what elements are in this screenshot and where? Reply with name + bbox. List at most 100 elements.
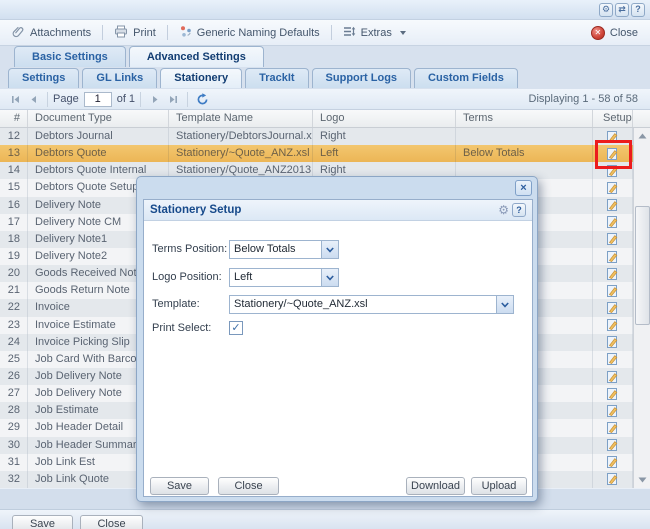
scrollbar-thumb[interactable] [635,206,650,325]
setup-edit-icon[interactable] [593,265,633,282]
column-header-logo[interactable]: Logo [313,110,456,127]
refresh-icon[interactable]: ⇄ [615,3,629,17]
tab-stationery[interactable]: Stationery [160,68,242,88]
row-number-cell: 21 [0,282,28,299]
table-row[interactable]: 12Debtors JournalStationery/DebtorsJourn… [0,128,633,145]
setup-edit-icon[interactable] [593,231,633,248]
dialog-help-icon[interactable]: ? [512,203,526,217]
dialog-download-button[interactable]: Download [406,477,465,495]
setup-edit-icon[interactable] [593,368,633,385]
row-number-cell: 16 [0,197,28,214]
terms-position-select[interactable]: Below Totals [229,240,339,259]
setup-edit-icon[interactable] [593,454,633,471]
column-header-terms[interactable]: Terms [456,110,593,127]
document-type-cell: Debtors Journal [28,128,169,145]
paging-toolbar: Page of 1 Displaying 1 - 58 of 58 [0,89,650,110]
extras-label: Extras [361,27,392,39]
terms-position-field: Terms Position: Below Totals [144,240,532,260]
first-page-button[interactable] [6,91,24,108]
close-button-footer[interactable]: Close [80,515,143,529]
dialog-title: Stationery Setup [150,204,241,216]
tab-advanced-settings[interactable]: Advanced Settings [129,46,264,67]
table-row[interactable]: 13Debtors QuoteStationery/~Quote_ANZ.xsl… [0,145,633,162]
setup-edit-icon[interactable] [593,334,633,351]
dialog-panel: Stationery Setup ⚙ ? Terms Position: Bel… [143,199,533,497]
toolbar-separator [331,25,332,40]
close-button[interactable]: ✕ Close [587,23,642,43]
terms-cell: Below Totals [456,145,593,162]
dialog-close-button[interactable]: Close [218,477,279,495]
tab-support-logs[interactable]: Support Logs [312,68,412,88]
close-label: Close [610,27,638,39]
header-filler [633,110,650,127]
column-header-document-type[interactable]: Document Type [28,110,169,127]
stationery-setup-dialog: × Stationery Setup ⚙ ? Terms Position: B… [136,176,538,502]
application-window: ⚙ ⇄ ? Attachments Print Generic Naming D… [0,0,650,529]
page-number-input[interactable] [84,92,112,107]
close-x-icon: ✕ [591,26,605,40]
setup-edit-icon[interactable] [593,351,633,368]
refresh-grid-icon[interactable] [193,91,211,108]
template-select[interactable]: Stationery/~Quote_ANZ.xsl [229,295,514,314]
logo-position-select[interactable]: Left [229,268,339,287]
row-number-cell: 22 [0,299,28,316]
save-button[interactable]: Save [12,515,73,529]
setup-edit-icon[interactable] [593,402,633,419]
dialog-save-button[interactable]: Save [150,477,209,495]
chevron-down-icon[interactable] [321,269,338,286]
row-number-cell: 30 [0,437,28,454]
setup-edit-icon[interactable] [593,248,633,265]
generic-naming-defaults-button[interactable]: Generic Naming Defaults [175,23,324,43]
document-type-cell: Debtors Quote [28,145,169,162]
setup-edit-icon[interactable] [593,282,633,299]
title-bar: ⚙ ⇄ ? [0,0,650,20]
setup-edit-icon[interactable] [593,419,633,436]
template-name-cell: Stationery/DebtorsJournal.xsl [169,128,313,145]
setup-edit-icon[interactable] [593,317,633,334]
setup-edit-icon[interactable] [593,437,633,454]
attachments-button[interactable]: Attachments [8,23,95,43]
last-page-button[interactable] [164,91,182,108]
tab-trackit[interactable]: TrackIt [245,68,308,88]
tab-basic-settings[interactable]: Basic Settings [14,46,126,67]
dialog-gear-icon[interactable]: ⚙ [498,204,509,216]
setup-edit-icon[interactable] [593,299,633,316]
dialog-close-icon[interactable]: × [515,180,532,196]
column-header-setup[interactable]: Setup [593,110,633,127]
scroll-up-icon[interactable] [635,128,650,144]
prev-page-button[interactable] [24,91,42,108]
footer-bar: Save Close [0,509,650,529]
setup-edit-icon[interactable] [593,197,633,214]
setup-edit-icon[interactable] [593,471,633,488]
tab-gl-links[interactable]: GL Links [82,68,157,88]
row-number-cell: 25 [0,351,28,368]
print-select-checkbox[interactable]: ✓ [229,321,243,335]
extras-menu-button[interactable]: Extras [339,23,410,43]
setup-edit-icon[interactable] [593,214,633,231]
terms-cell [456,128,593,145]
next-page-button[interactable] [146,91,164,108]
tab-custom-fields[interactable]: Custom Fields [414,68,518,88]
scroll-down-icon[interactable] [635,472,650,488]
chevron-down-icon[interactable] [321,241,338,258]
pager-separator [187,92,188,107]
print-button[interactable]: Print [110,23,160,43]
gear-icon[interactable]: ⚙ [599,3,613,17]
paperclip-icon [12,25,25,41]
print-select-field: Print Select: ✓ [144,319,532,339]
row-number-cell: 23 [0,317,28,334]
setup-edit-icon[interactable] [593,179,633,196]
toolbar-separator [167,25,168,40]
pager-separator [47,92,48,107]
setup-edit-icon[interactable] [593,385,633,402]
displaying-status: Displaying 1 - 58 of 58 [529,93,644,105]
row-number-cell: 12 [0,128,28,145]
column-header-template-name[interactable]: Template Name [169,110,313,127]
help-icon[interactable]: ? [631,3,645,17]
row-number-cell: 17 [0,214,28,231]
vertical-scrollbar[interactable] [633,128,650,488]
chevron-down-icon[interactable] [496,296,513,313]
column-header--[interactable]: # [0,110,28,127]
dialog-upload-button[interactable]: Upload [471,477,527,495]
tab-settings[interactable]: Settings [8,68,79,88]
